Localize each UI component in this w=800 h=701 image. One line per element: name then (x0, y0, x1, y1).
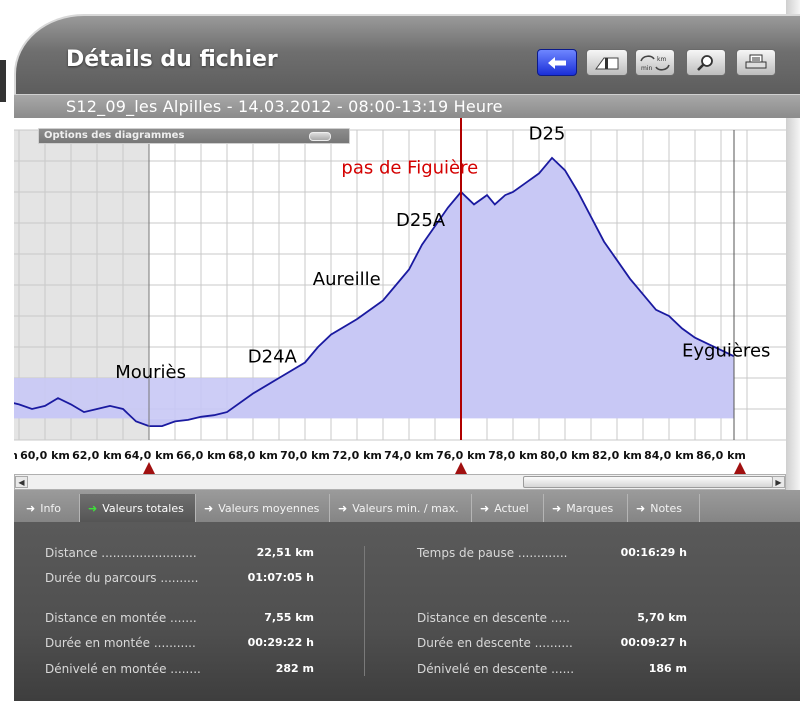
stat-label: Distance ......................... (45, 546, 197, 560)
file-info-bar: S12_09_les Alpilles - 14.03.2012 - 08:00… (14, 94, 800, 118)
x-tick-label: 68,0 km (228, 449, 278, 462)
back-icon (548, 56, 566, 69)
stat-label: Distance en descente ..... (417, 611, 570, 625)
stat-value: 7,55 km (264, 611, 314, 624)
x-tick-label: 60,0 km (20, 449, 70, 462)
window-title: Détails du fichier (66, 47, 278, 72)
stat-value: 00:29:22 h (247, 636, 314, 649)
km-min-button[interactable]: km min (635, 49, 675, 76)
profile-icon (595, 57, 619, 69)
x-tick-label: 86,0 km (696, 449, 746, 462)
stat-value: 282 m (275, 662, 314, 675)
x-tick-label: 66,0 km (176, 449, 226, 462)
x-tick-label: 62,0 km (72, 449, 122, 462)
chart-annotation: Aureille (313, 269, 381, 290)
stat-value: 5,70 km (637, 611, 687, 624)
window-frame: Détails du fichier km min S12_09_les Alp… (0, 0, 800, 701)
arrow-right-icon: ➜ (636, 501, 646, 515)
chart-options-panel[interactable]: Options des diagrammes (38, 128, 350, 144)
stat-label: Durée en montée ........... (45, 636, 196, 650)
print-button[interactable] (736, 49, 776, 76)
collapse-icon[interactable] (309, 132, 331, 141)
arrow-right-icon: ➜ (88, 501, 98, 515)
km-min-icon: km min (640, 54, 670, 72)
chart-annotation: D25A (396, 210, 446, 231)
tab-bar: ➜ Info ➜ Valeurs totales ➜ Valeurs moyen… (14, 490, 800, 522)
selection-end-marker-icon (734, 462, 746, 474)
back-button[interactable] (537, 49, 577, 76)
stat-value: 01:07:05 h (247, 571, 314, 584)
arrow-right-icon: ➜ (204, 501, 214, 515)
stat-label: Durée du parcours .......... (45, 571, 199, 585)
arrow-right-icon: ➜ (338, 501, 348, 515)
x-tick-label: 70,0 km (280, 449, 330, 462)
arrow-right-icon: ➜ (552, 501, 562, 515)
search-button[interactable] (686, 49, 726, 76)
tab-label: Notes (650, 501, 682, 515)
x-tick-label: 84,0 km (644, 449, 694, 462)
tab-valeurs-moyennes[interactable]: ➜ Valeurs moyennes (196, 494, 330, 522)
chart-scrollbar[interactable]: ◀ ▶ (14, 474, 786, 490)
tab-label: Valeurs totales (102, 501, 184, 515)
tab-valeurs-min-max[interactable]: ➜ Valeurs min. / max. (330, 494, 472, 522)
print-icon (745, 54, 767, 68)
elevation-chart-svg: 58,0 km60,0 km62,0 km64,0 km66,0 km68,0 … (14, 118, 786, 474)
chart-annotation: D24A (248, 347, 298, 368)
stat-label: Dénivelé en descente ...... (417, 662, 575, 676)
stat-value: 00:09:27 h (620, 636, 687, 649)
chart-annotation: Mouriès (115, 362, 186, 383)
arrow-right-icon: ➜ (480, 501, 490, 515)
stat-value: 186 m (648, 662, 687, 675)
tab-label: Info (40, 501, 62, 515)
tab-label: Valeurs min. / max. (352, 501, 459, 515)
stat-label: Dénivelé en montée ........ (45, 662, 201, 676)
tab-actuel[interactable]: ➜ Actuel (472, 494, 544, 522)
scroll-left-icon[interactable]: ◀ (15, 476, 28, 488)
x-tick-label: 72,0 km (332, 449, 382, 462)
svg-text:km: km (657, 56, 666, 63)
tab-notes[interactable]: ➜ Notes (628, 494, 700, 522)
scroll-thumb[interactable] (523, 476, 773, 488)
tab-label: Marques (566, 501, 614, 515)
tab-marques[interactable]: ➜ Marques (544, 494, 628, 522)
stat-label: Temps de pause ............. (417, 546, 568, 560)
x-tick-label: 58,0 km (14, 449, 18, 462)
x-tick-label: 74,0 km (384, 449, 434, 462)
tab-info[interactable]: ➜ Info (18, 494, 80, 522)
x-tick-label: 76,0 km (436, 449, 486, 462)
chart-annotation: D25 (529, 123, 566, 144)
chart-annotation: pas de Figuière (341, 157, 478, 178)
x-tick-label: 80,0 km (540, 449, 590, 462)
x-tick-label: 82,0 km (592, 449, 642, 462)
stats-panel: Distance ......................... 22,51… (14, 522, 800, 701)
stat-label: Distance en montée ....... (45, 611, 197, 625)
chart-annotation: Eyguières (682, 340, 770, 361)
stat-value: 22,51 km (256, 546, 314, 559)
stat-label: Durée en descente .......... (417, 636, 573, 650)
tab-valeurs-totales[interactable]: ➜ Valeurs totales (80, 494, 196, 522)
x-tick-label: 78,0 km (488, 449, 538, 462)
stats-divider (364, 546, 365, 676)
svg-text:min: min (641, 65, 653, 72)
search-icon (697, 54, 713, 71)
x-tick-label: 64,0 km (124, 449, 174, 462)
stat-value: 00:16:29 h (620, 546, 687, 559)
tab-label: Actuel (494, 501, 529, 515)
tab-label: Valeurs moyennes (218, 501, 320, 515)
arrow-right-icon: ➜ (26, 501, 36, 515)
window-edge-strip (0, 60, 6, 102)
profile-button[interactable] (586, 49, 628, 76)
chart-options-label: Options des diagrammes (44, 130, 185, 141)
selection-start-marker-icon (143, 462, 155, 474)
cursor-marker-icon (455, 462, 467, 474)
scroll-right-icon[interactable]: ▶ (772, 476, 785, 488)
file-subtitle: S12_09_les Alpilles - 14.03.2012 - 08:00… (66, 97, 503, 116)
elevation-chart[interactable]: 58,0 km60,0 km62,0 km64,0 km66,0 km68,0 … (14, 118, 786, 490)
